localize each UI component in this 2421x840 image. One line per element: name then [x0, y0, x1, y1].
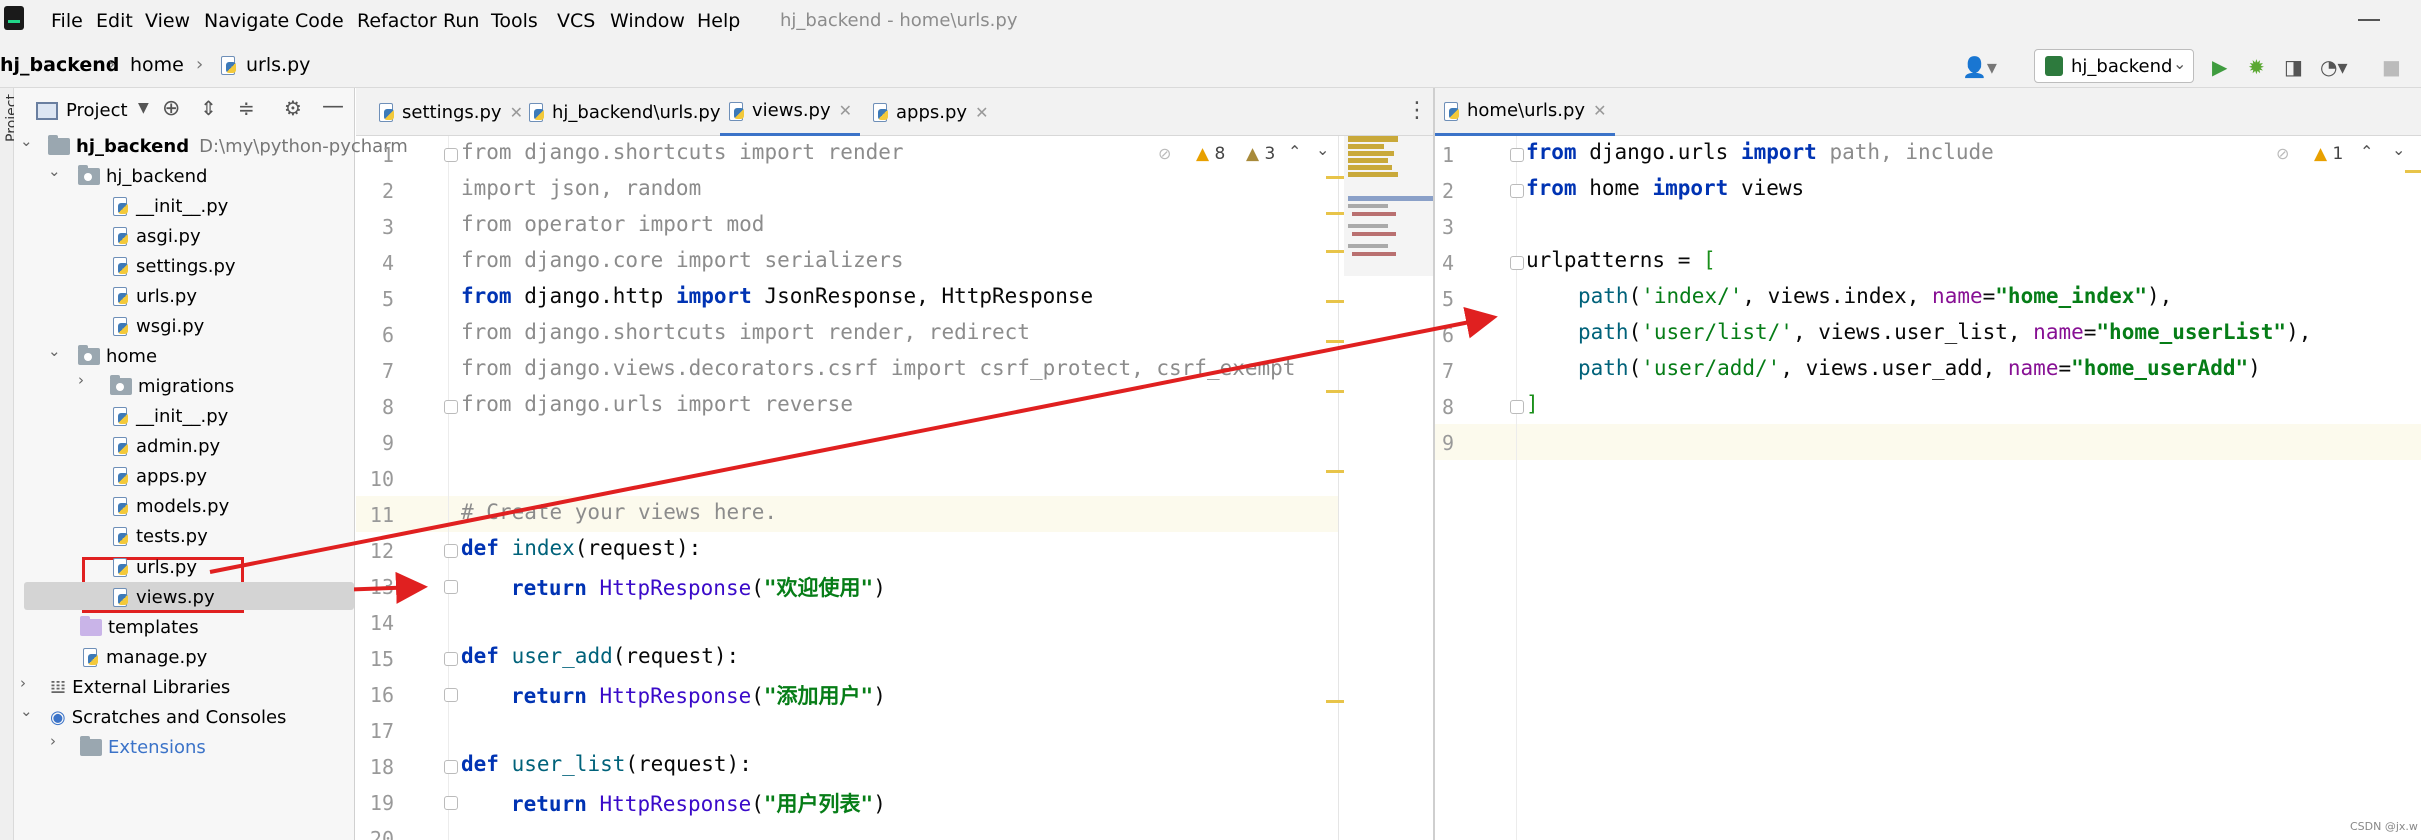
tree-item-label: Extensions — [108, 736, 206, 758]
python-file-icon — [112, 557, 130, 577]
folder-icon — [80, 735, 102, 756]
library-icon: 𝍔 — [50, 676, 67, 698]
python-file-icon — [82, 647, 100, 667]
chevron-down-icon[interactable]: ⌄ — [20, 702, 33, 720]
tree-external-libraries[interactable]: 𝍔 External Libraries — [50, 672, 230, 702]
tree-item-label: Scratches and Consoles — [71, 706, 287, 728]
chevron-right-icon[interactable]: › — [20, 674, 26, 692]
tree-file-home-views[interactable]: views.py — [112, 582, 215, 612]
tree-item-label: manage.py — [106, 646, 208, 668]
tree-extensions[interactable]: Extensions — [80, 732, 206, 762]
watermark: CSDN @jx.w — [2350, 820, 2418, 833]
scratches-icon: ◉ — [50, 706, 66, 728]
pycharm-window: File Edit View Navigate Code Refactor Ru… — [0, 0, 2421, 840]
tree-item-label: urls.py — [136, 556, 197, 578]
tree-scratches[interactable]: ◉ Scratches and Consoles — [50, 702, 286, 732]
arrow-urls-to-urlpatterns — [209, 306, 1498, 574]
chevron-right-icon[interactable]: › — [50, 732, 56, 750]
tree-item-label: templates — [108, 616, 199, 638]
tree-file-home-urls[interactable]: urls.py — [112, 552, 197, 582]
tree-item-label: views.py — [136, 586, 215, 608]
python-file-icon — [112, 587, 130, 607]
annotation-arrows — [209, 306, 1498, 604]
tree-item-label: External Libraries — [72, 676, 231, 698]
templates-folder-icon — [80, 615, 102, 636]
tree-file-manage-row[interactable]: manage.py — [82, 642, 207, 672]
tree-folder-templates-row[interactable]: templates — [80, 612, 199, 642]
